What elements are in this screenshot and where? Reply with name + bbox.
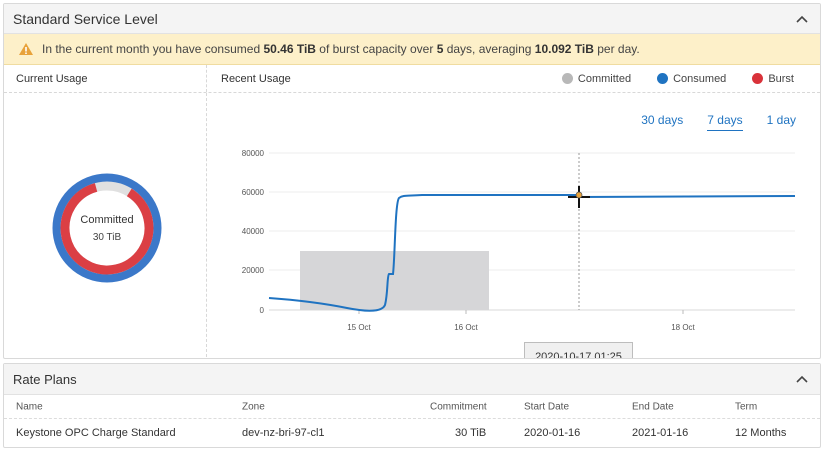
cell-start-date: 2020-01-16 — [524, 426, 581, 439]
cell-term: 12 Months — [735, 426, 787, 439]
recent-usage-chart-area: 30 days 7 days 1 day 80000 60000 40000 2… — [207, 93, 820, 358]
cell-name: Keystone OPC Charge Standard — [16, 426, 176, 439]
table-row[interactable]: Keystone OPC Charge Standard dev-nz-bri-… — [4, 419, 820, 446]
column-header-name[interactable]: Name — [16, 401, 43, 412]
legend-dot — [657, 73, 669, 84]
y-tick-label: 40000 — [242, 227, 265, 236]
donut-value: 30 TiB — [92, 231, 122, 243]
column-header-start-date[interactable]: Start Date — [524, 401, 569, 412]
column-header-end-date[interactable]: End Date — [632, 401, 674, 412]
usage-donut: Committed 30 TiB — [52, 173, 162, 283]
x-tick-label: 15 Oct — [347, 323, 371, 332]
y-tick-label: 80000 — [242, 149, 265, 158]
cell-zone: dev-nz-bri-97-cl1 — [242, 426, 325, 439]
rate-plans-title: Rate Plans — [13, 371, 77, 387]
recent-usage-heading: Recent Usage — [221, 72, 291, 85]
chevron-up-icon[interactable] — [793, 370, 811, 388]
burst-alert: In the current month you have consumed 5… — [4, 34, 820, 65]
crosshair-cursor-icon — [568, 186, 590, 208]
warning-triangle-icon — [18, 42, 34, 56]
column-header-term[interactable]: Term — [735, 401, 757, 412]
legend-dot — [561, 73, 573, 84]
column-header-zone[interactable]: Zone — [242, 401, 265, 412]
legend-committed[interactable]: Committed — [561, 73, 631, 85]
chart-legend: Committed Consumed Burst — [536, 73, 794, 85]
panel-title: Standard Service Level — [13, 10, 158, 27]
cell-end-date: 2021-01-16 — [632, 426, 689, 439]
x-tick-label: 18 Oct — [671, 323, 695, 332]
rate-plans-header[interactable]: Rate Plans — [4, 364, 820, 395]
cell-commitment: 30 TiB — [455, 426, 487, 439]
rate-plans-panel: Rate Plans Name Zone Commitment Start Da… — [3, 363, 821, 448]
current-usage-heading: Current Usage — [4, 65, 207, 92]
chart-tooltip: 2020-10-17 01:25 — [524, 342, 633, 358]
table-header-row: Name Zone Commitment Start Date End Date… — [4, 395, 820, 419]
column-header-commitment[interactable]: Commitment — [430, 401, 487, 412]
x-tick-label: 16 Oct — [454, 323, 478, 332]
chevron-up-icon[interactable] — [793, 10, 811, 28]
y-tick-label: 60000 — [242, 188, 265, 197]
y-tick-label: 0 — [260, 306, 265, 315]
panel-header[interactable]: Standard Service Level — [4, 4, 820, 34]
y-tick-label: 20000 — [242, 266, 265, 275]
legend-dot — [752, 73, 764, 84]
usage-line-chart[interactable]: 80000 60000 40000 20000 0 15 Oct 16 Oct … — [207, 93, 819, 357]
donut-label: Committed — [80, 213, 134, 226]
legend-consumed[interactable]: Consumed — [657, 73, 726, 85]
alert-text: In the current month you have consumed 5… — [42, 42, 640, 56]
service-level-panel: Standard Service Level In the current mo… — [3, 3, 821, 359]
legend-burst[interactable]: Burst — [752, 73, 794, 85]
